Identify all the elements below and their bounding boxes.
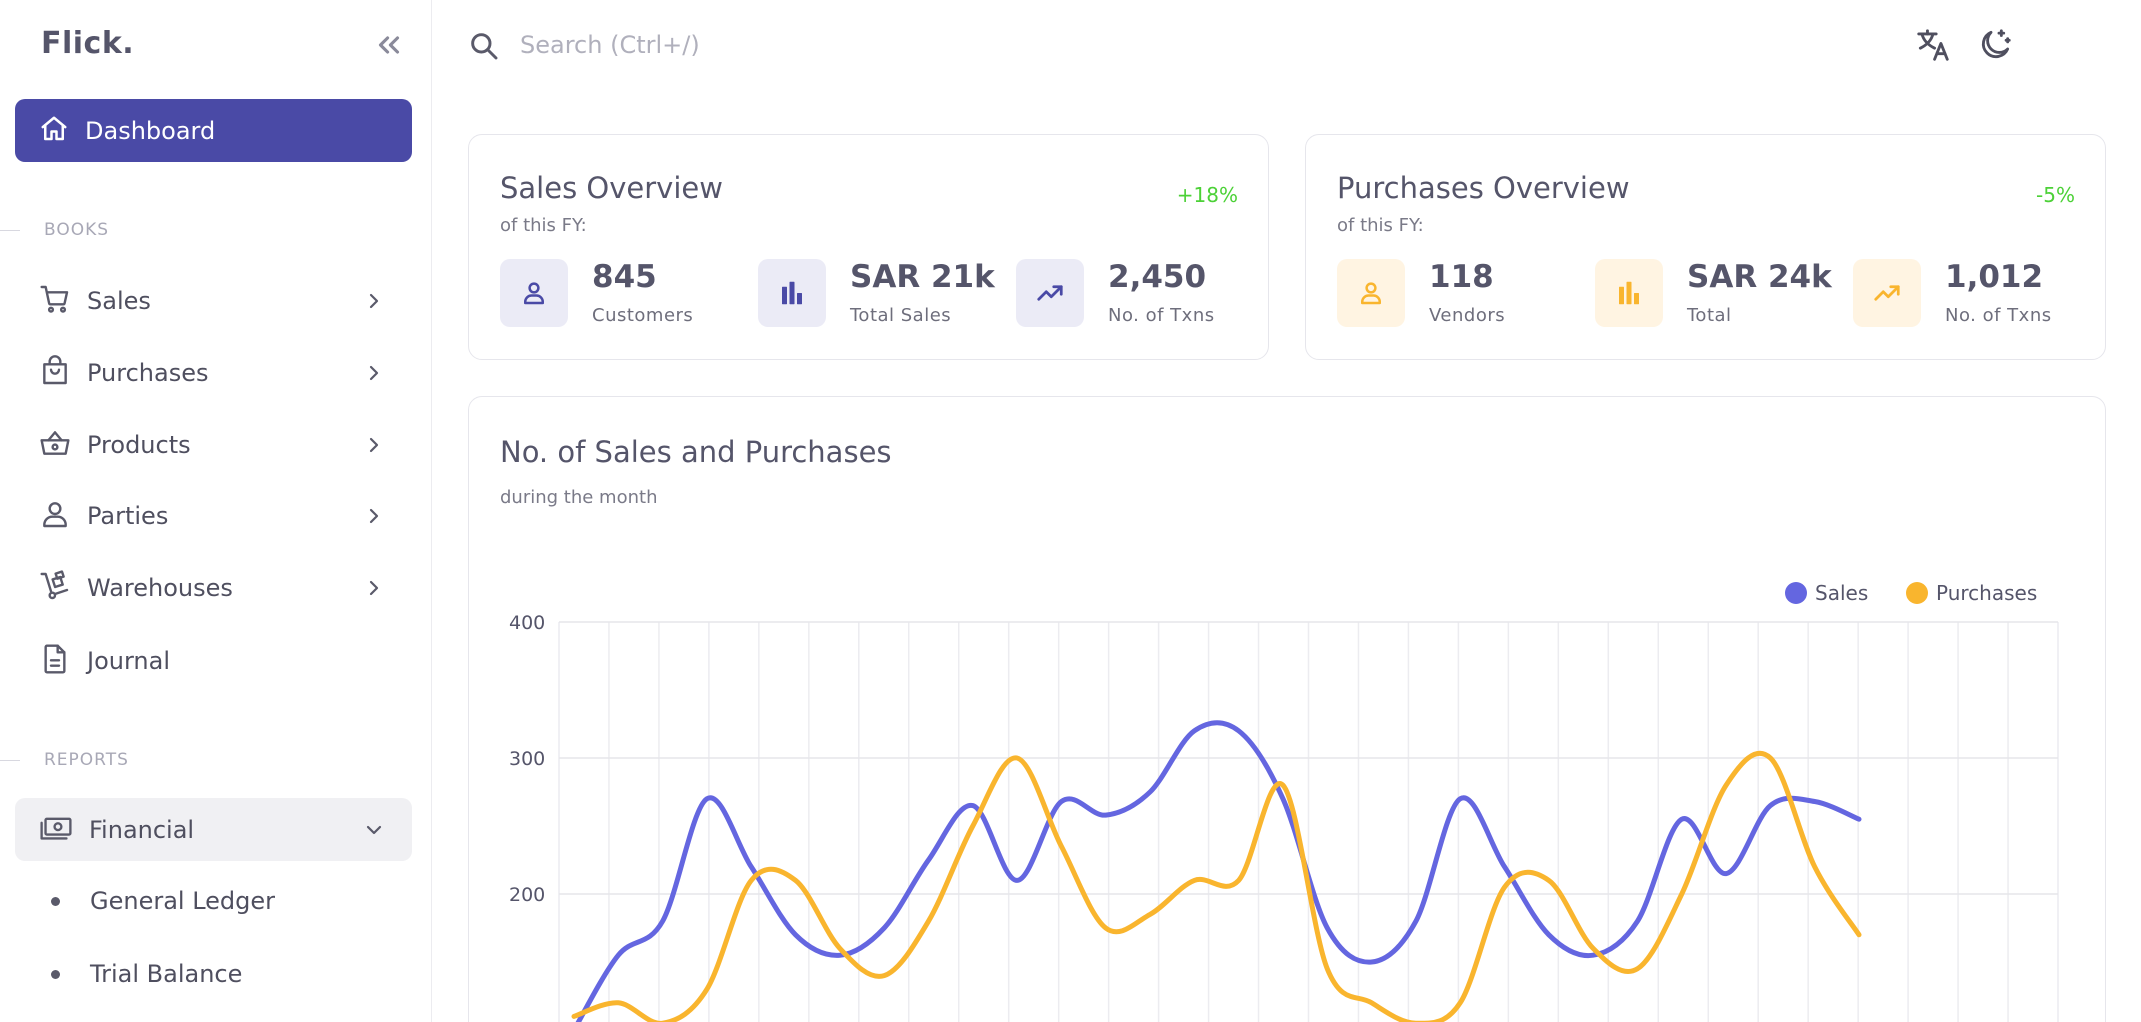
stat-value: 1,012 [1945,259,2044,295]
sidebar-item-label: Purchases [87,359,209,387]
sidebar-subitem-label: General Ledger [90,887,276,915]
chevron-down-icon [362,818,386,846]
cart-icon [39,283,71,319]
stat-value: 845 [592,259,657,295]
sidebar-item-label: Sales [87,287,151,315]
collapse-sidebar-icon[interactable] [372,28,406,62]
document-icon [39,643,71,679]
sidebar-item-label: Financial [89,815,195,844]
bar-chart-icon [758,259,826,327]
sidebar-item-parties[interactable]: Parties [15,486,412,546]
user-icon [1337,259,1405,327]
card-subtitle: of this FY: [1337,215,1424,236]
sidebar-item-label: Dashboard [85,116,216,145]
section-books-heading: BOOKS [44,220,110,240]
sidebar-item-dashboard[interactable]: Dashboard [15,99,412,162]
y-tick-label: 400 [509,612,545,634]
sidebar: Flick. Dashboard BOOKS Sales Purchases P… [0,0,432,1022]
sidebar-subitem-trial-balance[interactable]: Trial Balance [15,946,412,1002]
dark-mode-icon[interactable] [1976,26,2014,64]
stat-caption: Customers [592,305,694,326]
stat-caption: Total [1687,305,1732,326]
sidebar-item-warehouses[interactable]: Warehouses [15,558,412,618]
hand-truck-icon [39,570,71,606]
section-divider [0,760,20,761]
sidebar-item-products[interactable]: Products [15,415,412,475]
card-title: Sales Overview [500,171,723,205]
section-divider [0,230,20,231]
stat-caption: Vendors [1429,305,1506,326]
chevron-right-icon [362,433,386,461]
basket-icon [39,427,71,463]
stat-value: SAR 21k [850,259,995,295]
card-title: Purchases Overview [1337,171,1630,205]
sales-overview-card: Sales Overview of this FY: +18% 845 Cust… [468,134,1269,360]
user-icon [500,259,568,327]
sales-purchases-chart-card: No. of Sales and Purchases during the mo… [468,396,2106,1022]
stat-value: 2,450 [1108,259,1207,295]
brand-logo[interactable]: Flick. [41,26,134,61]
sidebar-item-sales[interactable]: Sales [15,271,412,331]
bullet-icon [51,969,60,979]
delta-badge: -5% [2036,183,2075,207]
search-input[interactable] [520,24,1120,66]
stat-caption: No. of Txns [1108,305,1215,326]
chevron-right-icon [362,289,386,317]
shopping-bag-icon [39,355,71,391]
sidebar-item-label: Journal [87,647,171,675]
bullet-icon [51,896,60,906]
stat-value: SAR 24k [1687,259,1832,295]
card-subtitle: of this FY: [500,215,587,236]
user-icon [39,498,71,534]
line-chart: 100200300400 [509,612,2059,1022]
stat-value: 118 [1429,259,1494,295]
sidebar-subitem-general-ledger[interactable]: General Ledger [15,873,412,929]
stat-caption: No. of Txns [1945,305,2052,326]
sidebar-item-purchases[interactable]: Purchases [15,343,412,403]
stat-caption: Total Sales [850,305,952,326]
y-tick-label: 300 [509,748,545,770]
translate-icon[interactable] [1914,26,1952,64]
y-tick-label: 200 [509,884,545,906]
chevron-right-icon [362,576,386,604]
bar-chart-icon [1595,259,1663,327]
sidebar-item-journal[interactable]: Journal [15,631,412,691]
series-line-sales[interactable] [574,720,1862,1022]
delta-badge: +18% [1176,183,1238,207]
money-icon [39,812,73,848]
trend-up-icon [1853,259,1921,327]
sidebar-item-label: Products [87,431,191,459]
home-icon [39,114,69,148]
sidebar-item-label: Warehouses [87,574,233,602]
chevron-right-icon [362,504,386,532]
search-icon[interactable] [468,30,500,66]
sidebar-subitem-label: Trial Balance [90,960,243,988]
purchases-overview-card: Purchases Overview of this FY: -5% 118 V… [1305,134,2106,360]
trend-up-icon [1016,259,1084,327]
sidebar-item-financial[interactable]: Financial [15,798,412,861]
chevron-right-icon [362,361,386,389]
section-reports-heading: REPORTS [44,750,129,770]
sidebar-item-label: Parties [87,502,169,530]
